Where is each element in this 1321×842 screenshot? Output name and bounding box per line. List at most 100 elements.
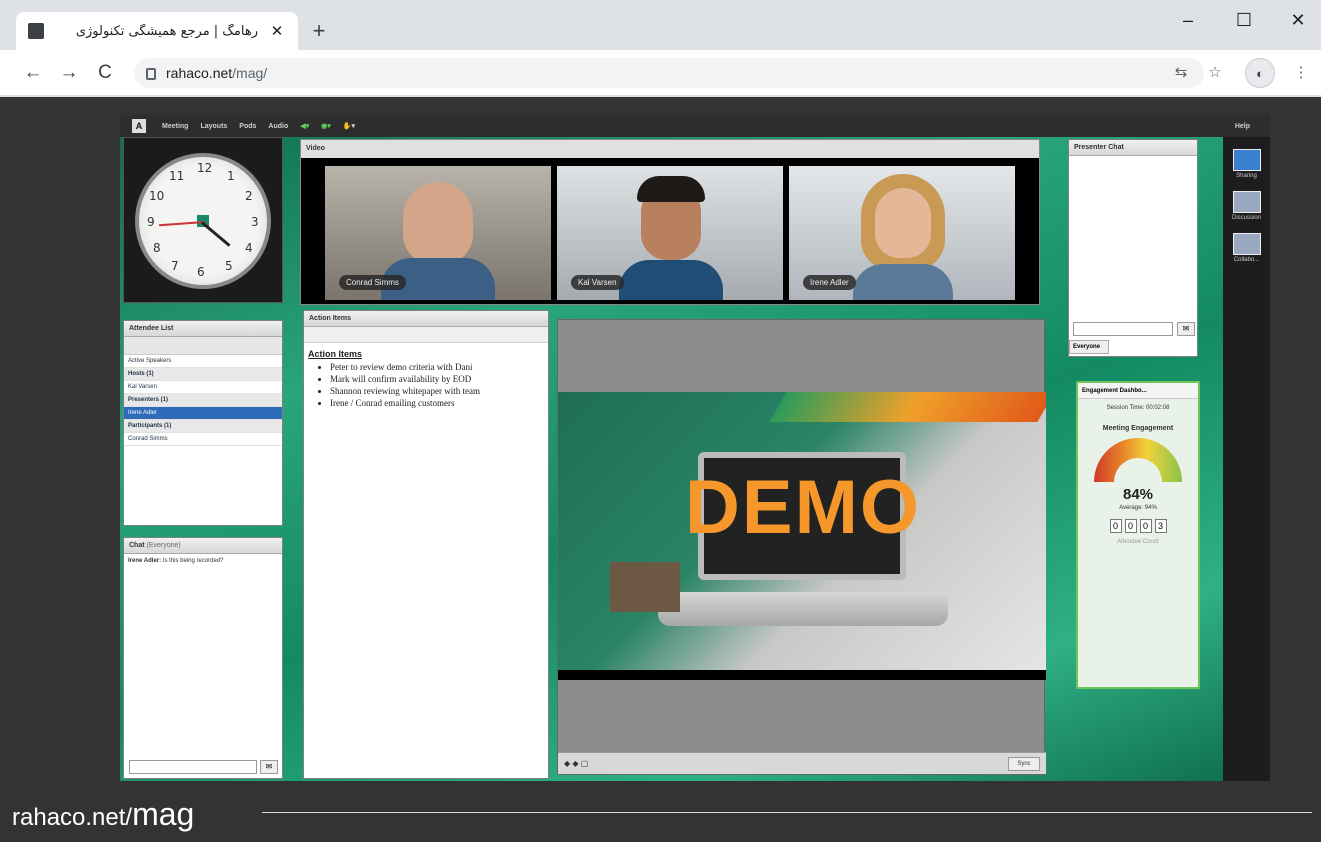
attendee-group[interactable]: Participants (1) bbox=[124, 420, 282, 433]
watermark-mag: mag bbox=[132, 796, 195, 832]
site-favicon-icon bbox=[28, 23, 44, 39]
shared-screen: DEMO bbox=[558, 392, 1046, 680]
demo-text: DEMO bbox=[685, 465, 921, 550]
chat-text: Is this being recorded? bbox=[162, 558, 224, 564]
minimize-button[interactable]: – bbox=[1168, 8, 1208, 32]
attendee-list-title: Attendee List bbox=[124, 321, 282, 337]
attendee-rows: Active Speakers Hosts (1) Kal Varsen Presen… bbox=[124, 355, 282, 446]
menu-pods[interactable]: Pods bbox=[239, 123, 256, 130]
action-item: Shannon reviewing whitepaper with team bbox=[330, 385, 544, 397]
close-tab-icon[interactable]: ✕ bbox=[268, 22, 286, 40]
action-items-heading: Action Items bbox=[308, 349, 363, 359]
counter-digit: 0 bbox=[1139, 519, 1152, 533]
meeting-engagement-label: Meeting Engagement bbox=[1102, 425, 1174, 432]
sharing-layout-icon bbox=[1232, 149, 1261, 171]
menu-meeting[interactable]: Meeting bbox=[162, 123, 188, 130]
participant-name-conrad: Conrad Simms bbox=[339, 275, 406, 290]
attendee-group[interactable]: Presenters (1) bbox=[124, 394, 282, 407]
translate-icon[interactable]: ⇆ bbox=[1170, 63, 1192, 81]
browser-window: رهامگ | مرجع همیشگی تکنولوژی ✕ + – ☐ ✕ ←… bbox=[0, 0, 1321, 842]
action-item: Irene / Conrad emailing customers bbox=[330, 397, 544, 409]
engagement-average: Average: 94% bbox=[1119, 505, 1157, 511]
chat-input[interactable] bbox=[129, 760, 257, 774]
formatting-toolbar[interactable] bbox=[304, 327, 548, 343]
share-pod: DEMO ◆ ◆ ▢ Sync bbox=[557, 319, 1046, 775]
menu-help[interactable]: Help bbox=[1235, 123, 1250, 130]
menu-dots-icon[interactable]: ⋮ bbox=[1290, 63, 1312, 81]
browser-tab[interactable]: رهامگ | مرجع همیشگی تکنولوژی ✕ bbox=[16, 12, 298, 50]
chat-sender: Irene Adler: bbox=[128, 558, 162, 564]
participant-name-kal: Kal Varsen bbox=[571, 275, 624, 290]
watermark-host: rahaco.net/ bbox=[12, 804, 133, 831]
tab-title: رهامگ | مرجع همیشگی تکنولوژی bbox=[75, 23, 258, 39]
chat-pod: Chat (Everyone) Irene Adler: Is this bei… bbox=[123, 537, 283, 779]
counter-digit: 0 bbox=[1124, 519, 1137, 533]
action-item: Peter to review demo criteria with Dani bbox=[330, 361, 544, 373]
camera-icon[interactable]: ◉▾ bbox=[321, 122, 331, 130]
clock-face: 12 11 1 10 2 9 3 8 4 7 6 5 bbox=[135, 153, 271, 289]
menu-layouts[interactable]: Layouts bbox=[200, 123, 227, 130]
next-page-icon[interactable]: ◆ bbox=[572, 759, 578, 768]
address-bar[interactable]: rahaco.net/mag/ bbox=[134, 58, 1204, 88]
clock-pod: 12 11 1 10 2 9 3 8 4 7 6 5 bbox=[123, 137, 283, 303]
forward-arrow-icon[interactable]: → bbox=[56, 61, 82, 85]
presenter-chat-pod: Presenter Chat ✉ Everyone bbox=[1068, 139, 1198, 357]
attendee-list-pod: Attendee List Active Speakers Hosts (1) Ka… bbox=[123, 320, 283, 526]
counter-digit: 0 bbox=[1109, 519, 1122, 533]
sync-button[interactable]: Sync bbox=[1008, 757, 1040, 771]
speaker-icon[interactable]: ◀▾ bbox=[300, 122, 309, 130]
presenter-chat-tab[interactable]: Everyone bbox=[1069, 340, 1109, 354]
video-feed-kal: Kal Varsen bbox=[557, 166, 783, 300]
chat-title: Chat bbox=[129, 542, 145, 549]
chat-send-icon[interactable]: ✉ bbox=[260, 760, 278, 774]
watermark-divider bbox=[262, 812, 1312, 813]
participant-name-irene: Irene Adler bbox=[803, 275, 856, 290]
video-feed-conrad: Conrad Simms bbox=[325, 166, 551, 300]
new-tab-button[interactable]: + bbox=[306, 18, 332, 44]
attendee-counter: 0 0 0 3 bbox=[1078, 519, 1198, 533]
maximize-button[interactable]: ☐ bbox=[1224, 8, 1264, 32]
layout-collaboration[interactable]: Collabo... bbox=[1229, 233, 1265, 263]
layout-sharing[interactable]: Sharing bbox=[1229, 149, 1265, 179]
session-time: Session Time: 00:02:08 bbox=[1106, 405, 1170, 411]
fullscreen-icon[interactable]: ▢ bbox=[581, 759, 589, 768]
action-items-body[interactable]: Action Items Peter to review demo criter… bbox=[304, 343, 548, 415]
attendee-row[interactable]: Conrad Simms bbox=[124, 433, 282, 446]
video-pod-title: Video bbox=[301, 140, 1039, 158]
lock-icon bbox=[146, 68, 156, 80]
menu-audio[interactable]: Audio bbox=[268, 123, 288, 130]
presenter-chat-send-icon[interactable]: ✉ bbox=[1177, 322, 1195, 336]
attendee-row[interactable]: Kal Varsen bbox=[124, 381, 282, 394]
action-items-pod-title: Action Items bbox=[304, 311, 548, 327]
raise-hand-icon[interactable]: ✋▾ bbox=[343, 122, 355, 130]
watermark-text: rahaco.net/mag bbox=[12, 796, 194, 833]
attendee-row[interactable]: Irene Adler bbox=[124, 407, 282, 420]
profile-avatar[interactable]: ◐ bbox=[1245, 58, 1275, 88]
close-window-button[interactable]: ✕ bbox=[1278, 8, 1318, 32]
laptop-base bbox=[658, 592, 948, 626]
reload-icon[interactable]: C bbox=[92, 61, 118, 85]
engagement-dashboard-pod: Engagement Dashbo... Session Time: 00:02… bbox=[1076, 381, 1200, 689]
attendee-group[interactable]: Hosts (1) bbox=[124, 368, 282, 381]
collaboration-layout-icon bbox=[1232, 233, 1261, 255]
prev-page-icon[interactable]: ◆ bbox=[564, 759, 570, 768]
layouts-rail: Sharing Discussion Collabo... bbox=[1223, 137, 1270, 781]
presenter-chat-title: Presenter Chat bbox=[1069, 140, 1197, 156]
adobe-logo-icon: A bbox=[132, 119, 146, 133]
counter-digit: 3 bbox=[1154, 519, 1167, 533]
chat-pod-header: Chat (Everyone) bbox=[124, 538, 282, 554]
browser-toolbar: ← → C rahaco.net/mag/ ⇆ ☆ ⋮ bbox=[0, 50, 1321, 96]
rail-label: Discussion bbox=[1231, 215, 1261, 221]
video-pod: Video Conrad Simms Kal Varsen Irene Adle… bbox=[300, 139, 1040, 305]
presenter-chat-input[interactable] bbox=[1073, 322, 1173, 336]
back-arrow-icon[interactable]: ← bbox=[20, 61, 46, 85]
discussion-layout-icon bbox=[1232, 191, 1261, 213]
connect-meeting-app: A Meeting Layouts Pods Audio ◀▾ ◉▾ ✋▾ He… bbox=[120, 115, 1270, 781]
url-path: /mag/ bbox=[232, 65, 268, 81]
bookmark-star-icon[interactable]: ☆ bbox=[1204, 63, 1226, 81]
attendee-row[interactable]: Active Speakers bbox=[124, 355, 282, 368]
layout-discussion[interactable]: Discussion bbox=[1229, 191, 1265, 221]
url-host: rahaco.net bbox=[166, 65, 233, 81]
app-menubar: A Meeting Layouts Pods Audio ◀▾ ◉▾ ✋▾ He… bbox=[120, 115, 1270, 137]
page-content: A Meeting Layouts Pods Audio ◀▾ ◉▾ ✋▾ He… bbox=[0, 97, 1321, 842]
